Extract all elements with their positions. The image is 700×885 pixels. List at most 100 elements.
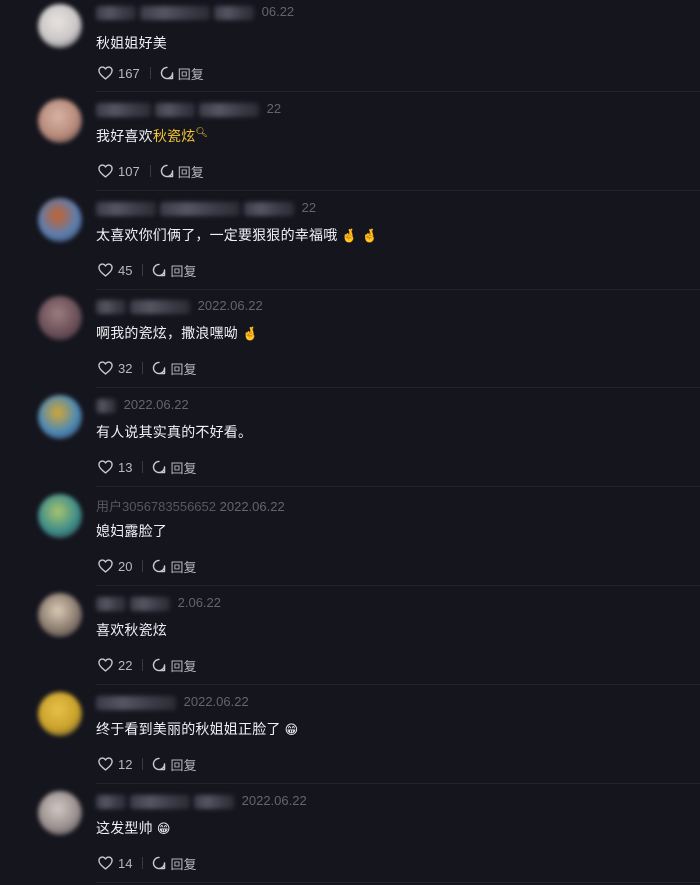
comment-text-body: 啊我的瓷炫，撒浪嘿呦 xyxy=(96,325,238,341)
comment-date: 2022.06.22 xyxy=(183,694,249,709)
reply-button[interactable]: 回复 xyxy=(152,755,196,774)
comment-text-body: 秋姐姐好美 xyxy=(96,35,167,51)
blurred-username xyxy=(96,695,176,710)
like-button[interactable]: 22 xyxy=(98,658,132,673)
comment-meta: 2022.06.22 xyxy=(96,397,189,413)
comment-item: 2.06.22 喜欢秋瓷炫 22 回复 xyxy=(0,587,700,685)
reply-button[interactable]: 回复 xyxy=(152,656,196,675)
comment-date: 2022.06.22 xyxy=(219,499,285,514)
heart-icon xyxy=(98,757,113,771)
like-button[interactable]: 12 xyxy=(98,757,132,772)
comment-bubble-icon xyxy=(153,757,166,771)
divider xyxy=(149,165,151,177)
avatar[interactable] xyxy=(38,4,82,48)
heart-icon xyxy=(98,361,113,375)
search-icon[interactable]: 🔍︎ xyxy=(195,127,208,138)
avatar[interactable] xyxy=(38,395,82,439)
comment-date: 2.06.22 xyxy=(177,595,221,610)
like-button[interactable]: 32 xyxy=(98,361,132,376)
comment-bubble-icon xyxy=(153,361,166,375)
comment-item: 22 我好喜欢秋瓷炫🔍︎ 107 回复 xyxy=(0,93,700,191)
blurred-username xyxy=(96,201,156,216)
highlighted-keyword[interactable]: 秋瓷炫 xyxy=(153,128,196,144)
comment-date: 06.22 xyxy=(261,4,295,19)
avatar[interactable] xyxy=(38,692,82,736)
blurred-username xyxy=(96,794,126,809)
comment-item: 2022.06.22 啊我的瓷炫，撒浪嘿呦 🤞 32 回复 xyxy=(0,290,700,388)
blurred-username xyxy=(96,596,126,611)
avatar[interactable] xyxy=(38,198,82,242)
comment-item: 2022.06.22 有人说其实真的不好看。 13 回复 xyxy=(0,389,700,487)
comment-date: 2022.06.22 xyxy=(197,298,263,313)
divider xyxy=(149,67,151,79)
avatar[interactable] xyxy=(38,494,82,538)
comment-meta: 2022.06.22 xyxy=(96,694,249,710)
reply-label: 回复 xyxy=(170,658,197,674)
blurred-username xyxy=(199,102,259,117)
comment-actions: 14 回复 xyxy=(98,854,196,872)
comment-text: 我好喜欢秋瓷炫🔍︎ xyxy=(96,126,212,146)
comment-meta: 06.22 xyxy=(96,4,294,20)
comment-meta: 用户3056783556652 2022.06.22 xyxy=(96,496,285,514)
comment-actions: 167 回复 xyxy=(98,64,204,82)
blurred-username xyxy=(160,201,240,216)
comment-actions: 13 回复 xyxy=(98,458,196,476)
blurred-username xyxy=(244,201,294,216)
reply-label: 回复 xyxy=(170,263,197,279)
reply-button[interactable]: 回复 xyxy=(152,854,196,873)
avatar[interactable] xyxy=(38,791,82,835)
avatar[interactable] xyxy=(38,296,82,340)
reply-button[interactable]: 回复 xyxy=(152,458,196,477)
blurred-username xyxy=(140,5,210,20)
comment-date: 22 xyxy=(266,101,282,116)
reply-label: 回复 xyxy=(177,164,204,180)
comment-date: 2022.06.22 xyxy=(123,397,189,412)
reply-button[interactable]: 回复 xyxy=(160,64,204,83)
reply-label: 回复 xyxy=(170,460,197,476)
blurred-username xyxy=(194,794,234,809)
like-count: 45 xyxy=(118,262,133,278)
divider xyxy=(142,758,144,770)
comment-bubble-icon xyxy=(153,460,166,474)
comment-item: 用户3056783556652 2022.06.22 媳妇露脸了 20 回复 xyxy=(0,488,700,586)
username[interactable]: 用户3056783556652 xyxy=(96,499,216,514)
reply-button[interactable]: 回复 xyxy=(152,557,196,576)
emoji: 🤞 xyxy=(242,326,259,341)
comment-actions: 45 回复 xyxy=(98,261,196,279)
comment-meta: 2.06.22 xyxy=(96,595,221,611)
like-button[interactable]: 167 xyxy=(98,66,140,81)
comment-text: 终于看到美丽的秋姐姐正脸了 😁 xyxy=(96,719,298,739)
reply-button[interactable]: 回复 xyxy=(160,162,204,181)
like-count: 32 xyxy=(118,360,133,376)
avatar[interactable] xyxy=(38,593,82,637)
comment-item: 2022.06.22 这发型帅 😁 14 回复 xyxy=(0,785,700,883)
heart-icon xyxy=(98,66,113,80)
divider xyxy=(142,857,144,869)
like-button[interactable]: 107 xyxy=(98,164,140,179)
comment-meta: 2022.06.22 xyxy=(96,793,307,809)
like-count: 13 xyxy=(118,459,133,475)
reply-button[interactable]: 回复 xyxy=(152,359,196,378)
heart-icon xyxy=(98,263,113,277)
comment-bubble-icon xyxy=(153,263,166,277)
like-count: 167 xyxy=(118,65,140,81)
reply-button[interactable]: 回复 xyxy=(152,261,196,280)
avatar[interactable] xyxy=(38,99,82,143)
comment-text: 有人说其实真的不好看。 xyxy=(96,422,256,442)
comment-bubble-icon xyxy=(160,164,173,178)
like-button[interactable]: 20 xyxy=(98,559,132,574)
blurred-username xyxy=(130,299,190,314)
reply-label: 回复 xyxy=(170,856,197,872)
emoji: 😁 xyxy=(156,821,171,836)
blurred-username xyxy=(130,794,190,809)
like-button[interactable]: 14 xyxy=(98,856,132,871)
comment-meta: 2022.06.22 xyxy=(96,298,263,314)
blurred-username xyxy=(130,596,170,611)
like-button[interactable]: 13 xyxy=(98,460,132,475)
comment-item: 22 太喜欢你们俩了，一定要狠狠的幸福哦 🤞 🤞 45 回复 xyxy=(0,192,700,290)
divider xyxy=(142,362,144,374)
heart-icon xyxy=(98,856,113,870)
like-button[interactable]: 45 xyxy=(98,263,132,278)
comment-actions: 12 回复 xyxy=(98,755,196,773)
comment-text-body: 太喜欢你们俩了，一定要狠狠的幸福哦 xyxy=(96,227,338,243)
